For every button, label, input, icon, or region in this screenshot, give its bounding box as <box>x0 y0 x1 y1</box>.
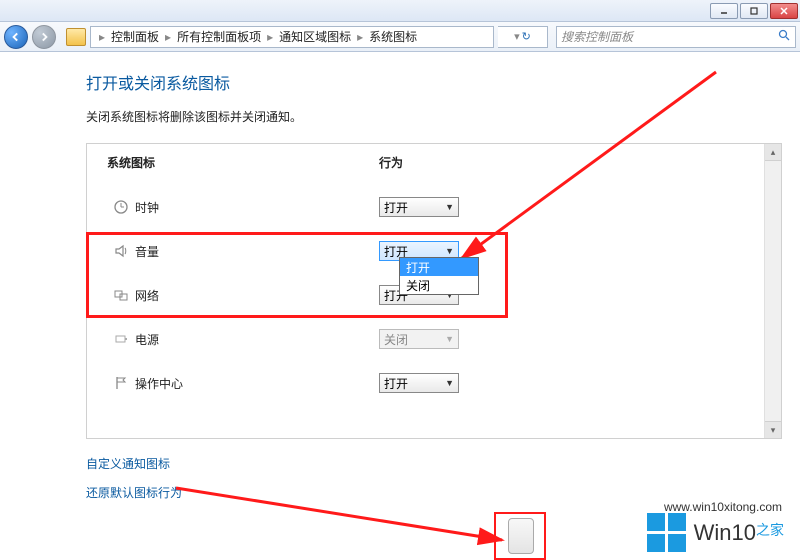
dropdown-option-open[interactable]: 打开 <box>400 258 478 276</box>
row-label: 操作中心 <box>135 375 379 392</box>
breadcrumb-seg-1[interactable]: 所有控制面板项 <box>175 28 263 45</box>
behavior-dropdown[interactable]: 打开 关闭 <box>399 257 479 295</box>
windows-logo-icon <box>647 513 686 552</box>
window-titlebar <box>0 0 800 22</box>
minimize-button[interactable] <box>710 3 738 19</box>
folder-icon <box>66 28 86 46</box>
navigation-bar: ▸ 控制面板▸ 所有控制面板项▸ 通知区域图标▸ 系统图标 ▾↻ 搜索控制面板 <box>0 22 800 52</box>
search-placeholder: 搜索控制面板 <box>561 28 633 45</box>
behavior-combo-actioncenter[interactable]: 打开▼ <box>379 373 459 393</box>
clock-icon <box>107 199 135 215</box>
table-row: 操作中心 打开▼ <box>107 361 741 405</box>
page-title: 打开或关闭系统图标 <box>86 70 782 94</box>
scrollbar[interactable]: ▴ ▾ <box>764 144 781 438</box>
back-button[interactable] <box>4 25 28 49</box>
column-header-icon: 系统图标 <box>107 154 379 171</box>
column-header-behavior: 行为 <box>379 154 579 171</box>
watermark: Win10之家 <box>647 513 784 552</box>
behavior-combo-power: 关闭▼ <box>379 329 459 349</box>
breadcrumb-seg-2[interactable]: 通知区域图标 <box>277 28 353 45</box>
link-restore-defaults[interactable]: 还原默认图标行为 <box>86 484 782 501</box>
row-label: 音量 <box>135 243 379 260</box>
link-customize-icons[interactable]: 自定义通知图标 <box>86 455 782 472</box>
row-label: 时钟 <box>135 199 379 216</box>
page-subtitle: 关闭系统图标将删除该图标并关闭通知。 <box>86 108 782 125</box>
breadcrumb-seg-3[interactable]: 系统图标 <box>367 28 419 45</box>
network-icon <box>107 287 135 303</box>
refresh-button[interactable]: ▾↻ <box>498 26 548 48</box>
maximize-button[interactable] <box>740 3 768 19</box>
row-label: 电源 <box>135 331 379 348</box>
breadcrumb[interactable]: ▸ 控制面板▸ 所有控制面板项▸ 通知区域图标▸ 系统图标 <box>90 26 494 48</box>
icons-panel: ▴ ▾ 系统图标 行为 时钟 打开▼ 音量 打开▼ 网络 打开▼ <box>86 143 782 439</box>
search-input[interactable]: 搜索控制面板 <box>556 26 796 48</box>
volume-icon <box>107 243 135 259</box>
forward-button[interactable] <box>32 25 56 49</box>
power-icon <box>107 331 135 347</box>
dropdown-option-close[interactable]: 关闭 <box>400 276 478 294</box>
content-area: 打开或关闭系统图标 关闭系统图标将删除该图标并关闭通知。 ▴ ▾ 系统图标 行为… <box>0 52 800 560</box>
watermark-url: www.win10xitong.com <box>664 500 782 514</box>
close-button[interactable] <box>770 3 798 19</box>
ok-button-cropped[interactable] <box>508 518 534 554</box>
table-row: 时钟 打开▼ <box>107 185 741 229</box>
flag-icon <box>107 375 135 391</box>
search-icon <box>778 29 791 45</box>
scroll-up-icon[interactable]: ▴ <box>765 144 781 161</box>
row-label: 网络 <box>135 287 379 304</box>
scroll-down-icon[interactable]: ▾ <box>765 421 781 438</box>
table-row: 电源 关闭▼ <box>107 317 741 361</box>
breadcrumb-seg-0[interactable]: 控制面板 <box>109 28 161 45</box>
behavior-combo-clock[interactable]: 打开▼ <box>379 197 459 217</box>
